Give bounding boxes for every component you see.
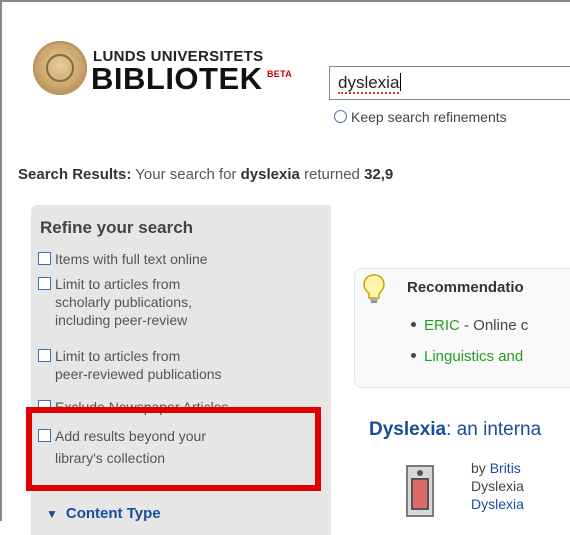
search-input-value: dyslexia [338, 73, 400, 94]
recommendations-title: Recommendatio [407, 279, 524, 296]
content-type-facet-toggle[interactable]: ▼ Content Type [46, 505, 161, 522]
author-prefix: by [471, 460, 490, 476]
recommendation-desc: - Online c [459, 317, 529, 334]
refine-option-label: Limit to articles from [55, 348, 181, 364]
results-summary-count: 32,9 [364, 166, 394, 183]
recommendation-link[interactable]: ERIC [424, 317, 460, 334]
result-title-rest: : an interna [446, 419, 542, 440]
logo-library-name: BIBLIOTEK [91, 61, 263, 96]
annotation-highlight-box [26, 407, 321, 491]
results-summary-label: Search Results: [18, 166, 132, 183]
result-series-line: Dyslexia [471, 495, 524, 513]
refine-option-label: scholarly publications, [55, 294, 192, 310]
refine-option-label: Items with full text online [55, 251, 208, 267]
keep-refinements-radio[interactable] [334, 110, 347, 123]
result-author-line: by Britis [471, 459, 521, 477]
scholarly-checkbox[interactable] [38, 277, 51, 290]
peer-reviewed-checkbox[interactable] [38, 349, 51, 362]
university-seal-icon [33, 41, 87, 95]
refine-title: Refine your search [40, 218, 194, 237]
window-border-left [0, 0, 2, 521]
recommendation-item[interactable]: Linguistics and [411, 348, 523, 365]
author-link[interactable]: Britis [490, 460, 521, 476]
results-summary: Search Results: Your search for dyslexia… [18, 166, 393, 183]
bullet-icon [411, 322, 416, 327]
keep-refinements-label: Keep search refinements [351, 109, 507, 125]
results-summary-text-before: Your search for [135, 166, 237, 183]
lightbulb-icon [363, 274, 385, 303]
content-type-label: Content Type [65, 505, 161, 522]
bullet-icon [411, 353, 416, 358]
window-border-top [0, 0, 570, 2]
results-summary-term: dyslexia [240, 166, 300, 183]
result-title-bold: Dyslexia [369, 419, 447, 440]
refine-option-label: including peer-review [55, 312, 188, 328]
search-input[interactable]: dyslexia [329, 66, 570, 100]
book-cover-icon [406, 465, 434, 517]
triangle-down-icon: ▼ [46, 507, 58, 521]
beta-badge: BETA [267, 69, 293, 79]
keep-refinements-option[interactable]: Keep search refinements [334, 109, 507, 125]
result-source-line: Dyslexia [471, 478, 524, 494]
results-summary-text-after: returned [304, 166, 360, 183]
result-title-link[interactable]: Dyslexia: an interna [369, 419, 541, 441]
refine-option-label: Limit to articles from [55, 276, 181, 292]
text-caret [400, 73, 402, 91]
library-logo[interactable]: LUNDS UNIVERSITETS BIBLIOTEK BETA [33, 40, 309, 100]
refine-option-label: peer-reviewed publications [55, 366, 222, 382]
recommendation-item[interactable]: ERIC - Online c [411, 317, 528, 334]
series-link[interactable]: Dyslexia [471, 496, 524, 512]
recommendation-link[interactable]: Linguistics and [424, 348, 523, 365]
full-text-checkbox[interactable] [38, 252, 51, 265]
